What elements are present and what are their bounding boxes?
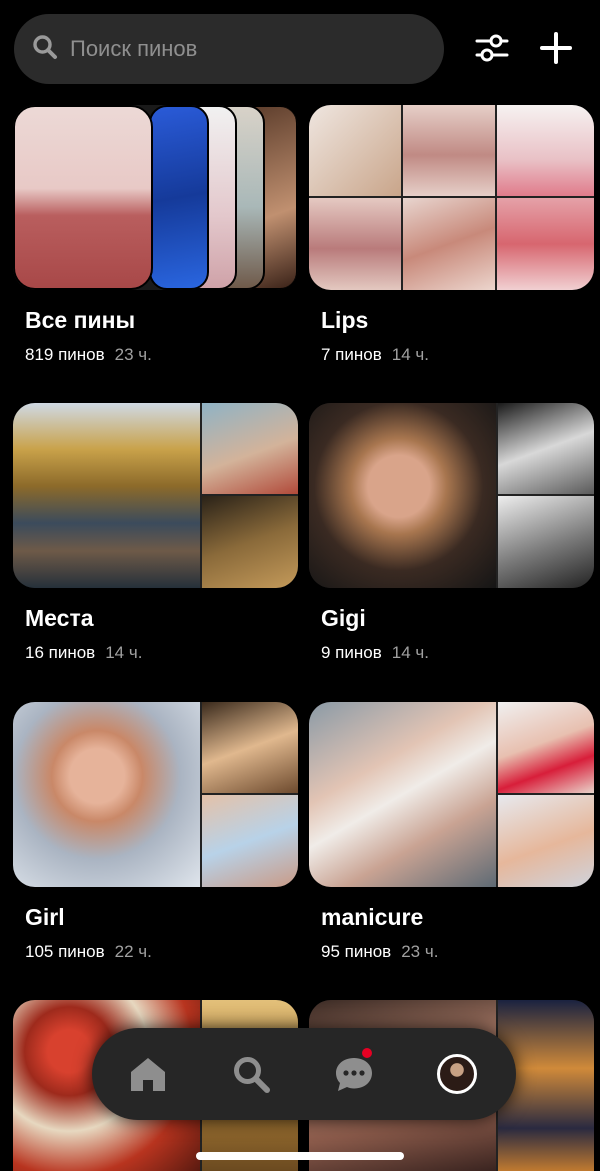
board-title: Girl — [25, 904, 65, 930]
board-meta: 9 пинов 14 ч. — [321, 643, 429, 663]
board-cover — [309, 702, 594, 887]
board-cover — [309, 105, 594, 290]
profile-avatar[interactable] — [433, 1050, 481, 1098]
board-meta: 105 пинов 22 ч. — [25, 942, 152, 962]
pin-count: 95 пинов — [321, 942, 392, 961]
board-cover — [13, 105, 298, 290]
notification-badge — [360, 1046, 374, 1060]
board-title: Lips — [321, 307, 369, 333]
board-places[interactable]: Места 16 пинов 14 ч. — [13, 403, 298, 662]
pin-count: 16 пинов — [25, 643, 96, 662]
search-icon — [32, 34, 58, 65]
home-icon[interactable] — [124, 1050, 172, 1098]
board-meta: 16 пинов 14 ч. — [25, 643, 142, 663]
pin-count: 7 пинов — [321, 345, 382, 364]
board-cover — [309, 403, 594, 588]
board-title: Все пины — [25, 307, 136, 333]
search-icon[interactable] — [227, 1050, 275, 1098]
search-placeholder: Поиск пинов — [70, 36, 198, 61]
board-meta: 95 пинов 23 ч. — [321, 942, 438, 962]
board-meta: 819 пинов 23 ч. — [25, 345, 152, 365]
board-all-pins[interactable]: Все пины 819 пинов 23 ч. — [13, 105, 298, 364]
board-manicure[interactable]: manicure 95 пинов 23 ч. — [309, 702, 594, 961]
updated-time: 14 ч. — [105, 643, 143, 662]
chat-bubble-icon[interactable] — [330, 1046, 378, 1098]
sliders-icon[interactable] — [472, 28, 512, 68]
home-indicator — [196, 1152, 404, 1160]
search-input[interactable]: Поиск пинов — [14, 14, 444, 84]
plus-icon[interactable] — [536, 28, 576, 68]
board-girl[interactable]: Girl 105 пинов 22 ч. — [13, 702, 298, 961]
updated-time: 22 ч. — [114, 942, 152, 961]
board-lips[interactable]: Lips 7 пинов 14 ч. — [309, 105, 594, 364]
board-meta: 7 пинов 14 ч. — [321, 345, 429, 365]
updated-time: 14 ч. — [391, 345, 429, 364]
pin-count: 9 пинов — [321, 643, 382, 662]
pin-count: 105 пинов — [25, 942, 105, 961]
updated-time: 23 ч. — [114, 345, 152, 364]
pin-count: 819 пинов — [25, 345, 105, 364]
board-cover — [13, 403, 298, 588]
avatar — [437, 1054, 477, 1094]
board-title: manicure — [321, 904, 424, 930]
bottom-nav — [92, 1028, 516, 1120]
updated-time: 23 ч. — [401, 942, 439, 961]
updated-time: 14 ч. — [391, 643, 429, 662]
board-title: Gigi — [321, 605, 366, 631]
board-title: Места — [25, 605, 94, 631]
board-gigi[interactable]: Gigi 9 пинов 14 ч. — [309, 403, 594, 662]
board-cover — [13, 702, 298, 887]
